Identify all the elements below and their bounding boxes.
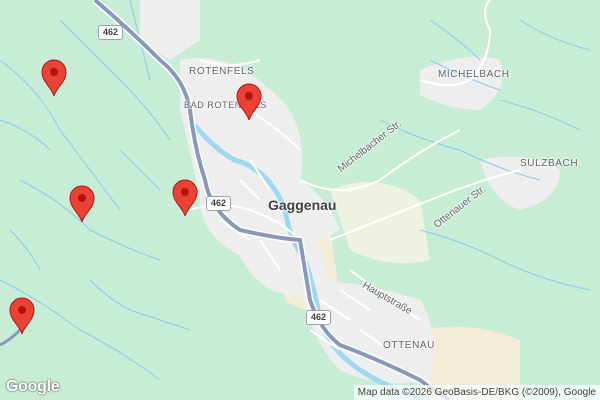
map-canvas[interactable]: 462 462 462 ROTENFELS BAD ROTENFELS MICH… xyxy=(0,0,600,400)
place-label-sulzbach: SULZBACH xyxy=(520,158,579,169)
map-attribution[interactable]: Map data ©2026 GeoBasis-DE/BKG (©2009), … xyxy=(353,385,600,400)
place-label-gaggenau: Gaggenau xyxy=(268,197,337,213)
route-shield-462: 462 xyxy=(98,25,124,40)
map-marker[interactable] xyxy=(8,296,36,336)
place-label-rotenfels: ROTENFELS xyxy=(189,66,255,77)
google-logo[interactable]: Google xyxy=(6,378,60,396)
place-label-ottenau: OTTENAU xyxy=(383,340,435,351)
route-shield-462: 462 xyxy=(206,196,232,211)
place-label-michelbach: MICHELBACH xyxy=(438,69,510,80)
route-shield-462: 462 xyxy=(306,310,332,325)
map-marker[interactable] xyxy=(171,178,199,218)
map-marker[interactable] xyxy=(68,184,96,224)
map-marker[interactable] xyxy=(235,82,263,122)
map-marker[interactable] xyxy=(40,58,68,98)
